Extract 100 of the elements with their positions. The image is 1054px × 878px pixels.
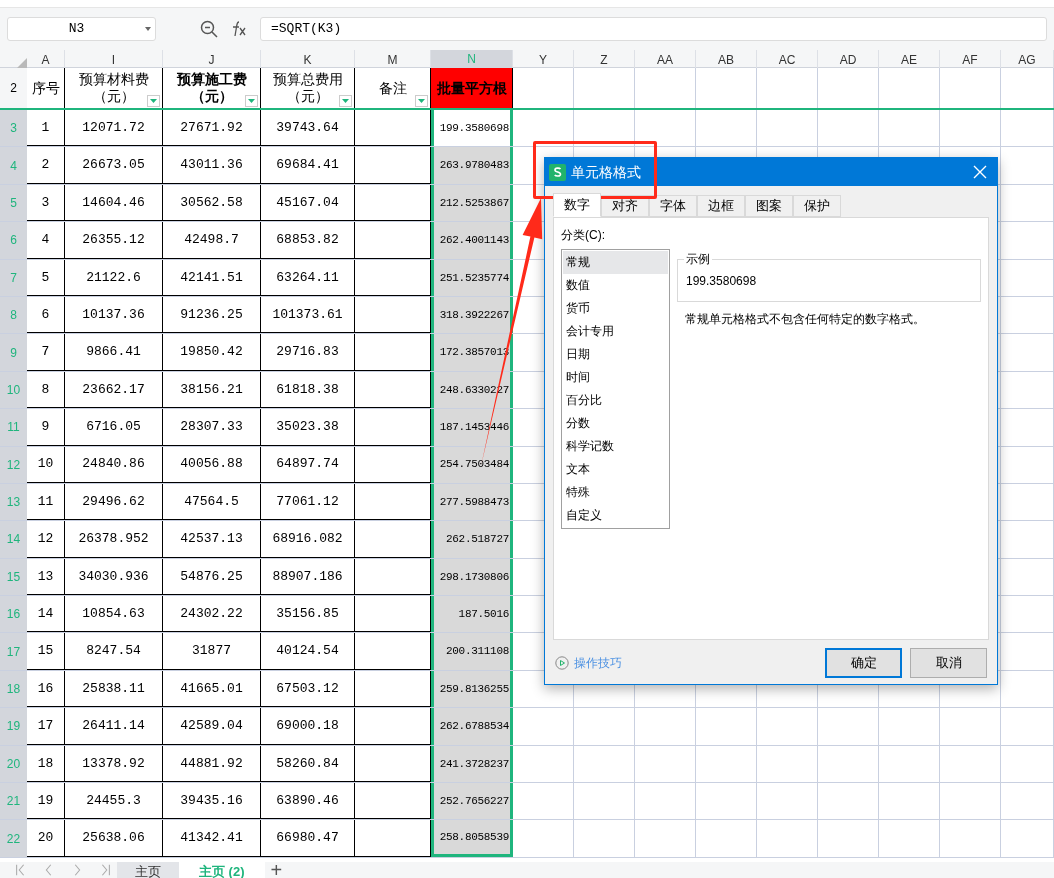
category-list[interactable]: 常规 数值 货币 会计专用 日期 时间 百分比 分数 科学记数 文本 特殊 自定义 [561,249,670,529]
category-item[interactable]: 数值 [563,274,668,297]
add-sheet-button[interactable]: + [264,862,289,878]
table-cell-text: 2 [41,156,50,175]
table-cell-text: 298.1730806 [439,569,509,585]
category-item[interactable]: 文本 [563,458,668,481]
column-header[interactable]: AF [940,50,1001,70]
play-circle-icon [555,656,569,670]
dialog-title: 单元格格式 [571,162,642,182]
dialog-tab[interactable]: 字体 [649,195,697,217]
table-cell-text: 200.311108 [446,644,509,660]
header-label: 序号 [31,79,60,97]
column-header[interactable]: AG [1001,50,1054,70]
column-header[interactable]: AE [879,50,940,70]
row-header[interactable]: 2 [0,68,27,108]
dialog-tab[interactable]: 保护 [793,195,841,217]
table-cell-text: 9 [41,418,50,437]
formula-field[interactable]: =SQRT(K3) [260,17,1047,41]
table-cell-text: 61818.38 [276,380,339,399]
table-cell-text: 68916.082 [272,530,343,549]
header-label: 备注 [378,79,407,97]
category-item[interactable]: 百分比 [563,389,668,412]
header-label: 预算施工费（元） [175,71,248,105]
dialog-button[interactable]: 取消 [910,648,987,678]
table-cell-text: 24840.86 [82,455,145,474]
table-cell-text: 101373.61 [272,305,343,324]
category-item[interactable]: 科学记数 [563,435,668,458]
column-header[interactable]: AC [757,50,818,70]
zoom-icon[interactable] [200,20,218,38]
table-cell-text: 25638.06 [82,829,145,848]
table-cell-text: 10 [37,455,54,474]
column-header[interactable]: AD [818,50,879,70]
table-cell-text: 24455.3 [86,791,141,810]
table-cell-text: 187.1453446 [439,420,509,436]
table-cell-text: 1 [41,118,50,137]
close-icon[interactable] [973,165,987,179]
category-item[interactable]: 特殊 [563,481,668,504]
table-cell-text: 26355.12 [82,231,145,250]
function-icon[interactable] [230,20,248,38]
dialog-tab[interactable]: 图案 [745,195,793,217]
table-cell-text: 42498.7 [184,231,239,250]
column-header[interactable]: K [261,50,355,70]
sample-value: 199.3580698 [686,272,757,290]
table-cell-text: 30562.58 [180,193,243,212]
table-cell-text: 29496.62 [82,492,145,511]
table-cell-text: 5 [41,268,50,287]
table-cell-text: 10137.36 [82,305,145,324]
table-cell-text: 39435.16 [180,791,243,810]
table-cell-text: 20 [37,829,54,848]
table-cell-text: 64897.74 [276,455,339,474]
table-cell-text: 259.8136255 [439,681,509,697]
dialog-button[interactable]: 确定 [825,648,902,678]
name-box[interactable]: N3 [7,17,156,41]
table-cell-text: 14604.46 [82,193,145,212]
table-cell-text: 45167.04 [276,193,339,212]
column-header[interactable]: J [163,50,261,70]
category-item[interactable]: 分数 [563,412,668,435]
table-cell-text: 4 [41,231,50,250]
table-cell-text: 16 [37,679,54,698]
dialog-tab[interactable]: 边框 [697,195,745,217]
table-cell-text: 68853.82 [276,231,339,250]
category-item[interactable]: 会计专用 [563,320,668,343]
table-cell-text: 17 [37,717,54,736]
table-cell-text: 54876.25 [180,567,243,586]
table-cell-text: 14 [37,605,54,623]
column-header[interactable]: AA [635,50,696,70]
dialog-tab[interactable]: 数字 [553,193,601,217]
category-item[interactable]: 常规 [563,251,668,274]
table-cell-text: 262.518727 [446,532,509,548]
table-cell-text: 21122.6 [86,268,141,287]
table-cell-text: 262.6788534 [439,719,509,735]
filter-icon[interactable] [339,95,352,107]
table-cell-text: 262.4001143 [439,233,509,249]
sheet-tab[interactable]: 主页 [117,862,179,878]
table-cell-text: 25838.11 [82,679,145,698]
table-cell-text: 26378.952 [78,530,149,549]
dialog-tab[interactable]: 对齐 [601,195,649,217]
table-cell-text: 11 [37,492,54,511]
column-header[interactable]: Z [574,50,635,70]
table-cell-text: 263.9780483 [439,158,509,174]
table-cell-text: 6716.05 [86,418,141,437]
filter-icon[interactable] [147,95,160,107]
filter-icon[interactable] [245,95,258,107]
table-cell-text: 9866.41 [86,343,141,362]
table-cell-text: 35023.38 [276,418,339,437]
table-cell-text: 63890.46 [276,791,339,810]
category-item[interactable]: 货币 [563,297,668,320]
column-header[interactable]: AB [696,50,757,70]
table-cell-text: 241.3728237 [439,756,509,772]
category-item[interactable]: 自定义 [563,504,668,527]
caret-icon [145,27,151,31]
table-cell-text: 13 [37,567,54,586]
category-item[interactable]: 日期 [563,343,668,366]
table-cell-text: 212.5253867 [439,195,509,211]
filter-icon[interactable] [415,95,428,107]
table-cell-text: 42141.51 [180,268,243,287]
table-cell-text: 58260.84 [276,754,339,773]
table-cell-text: 318.3922267 [439,307,509,323]
category-item[interactable]: 时间 [563,366,668,389]
column-header[interactable]: I [65,50,163,70]
